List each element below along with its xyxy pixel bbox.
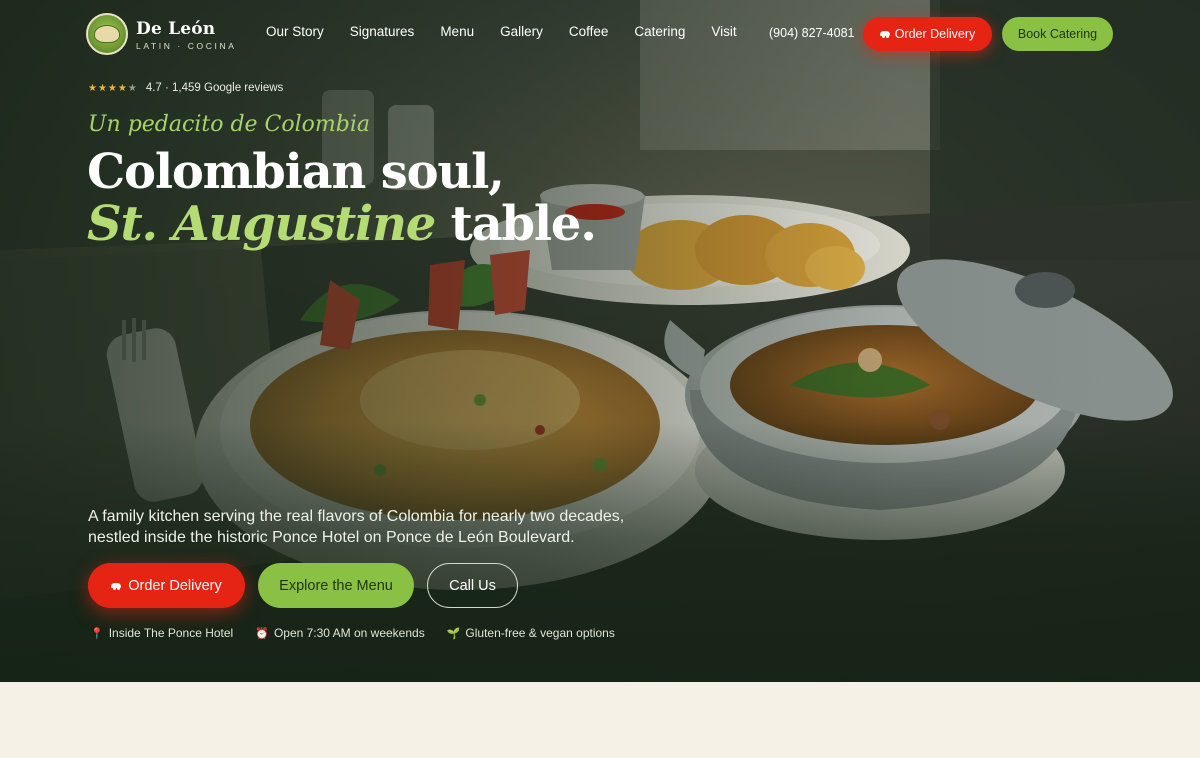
brand-subtitle: LATIN · COCINA (136, 41, 237, 51)
call-us-button[interactable]: Call Us (427, 563, 518, 608)
book-catering-label: Book Catering (1017, 27, 1098, 41)
top-navigation: De León LATIN · COCINA Our Story Signatu… (0, 0, 1200, 68)
hero-order-delivery-button[interactable]: Order Delivery (88, 563, 245, 608)
nav-link-visit[interactable]: Visit (711, 24, 736, 39)
google-rating: ★★★★★ 4.7 · 1,459 Google reviews (88, 82, 283, 94)
pin-icon: 📍 (90, 627, 104, 640)
hero-tagline: Un pedacito de Colombia (88, 112, 370, 137)
feature-text: Inside The Ponce Hotel (108, 626, 234, 640)
scooter-icon (111, 582, 122, 590)
nav-link-our-story[interactable]: Our Story (266, 24, 324, 39)
feature-text: Gluten-free & vegan options (465, 626, 615, 640)
hero-order-delivery-label: Order Delivery (128, 577, 222, 594)
nav-link-signatures[interactable]: Signatures (350, 24, 415, 39)
nav-link-coffee[interactable]: Coffee (569, 24, 609, 39)
explore-menu-label: Explore the Menu (279, 577, 393, 594)
hero-intro: A family kitchen serving the real flavor… (88, 508, 625, 546)
nav-links: Our Story Signatures Menu Gallery Coffee… (266, 24, 763, 39)
explore-menu-button[interactable]: Explore the Menu (258, 563, 414, 608)
nav-link-menu[interactable]: Menu (440, 24, 474, 39)
feature-location: 📍 Inside The Ponce Hotel (90, 626, 233, 640)
logo-emblem-icon (94, 25, 120, 43)
order-delivery-label: Order Delivery (894, 27, 976, 41)
next-section (0, 682, 1200, 758)
star-rating-icon: ★★★★★ (88, 82, 138, 94)
feature-text: Open 7:30 AM on weekends (273, 626, 425, 640)
alarm-clock-icon: ⏰ (255, 627, 269, 640)
headline-accent: St. Augustine (87, 196, 436, 252)
brand-logo[interactable] (86, 13, 128, 55)
nav-link-catering[interactable]: Catering (634, 24, 685, 39)
order-delivery-button[interactable]: Order Delivery (863, 17, 992, 51)
book-catering-button[interactable]: Book Catering (1002, 17, 1113, 51)
seedling-icon: 🌱 (446, 627, 461, 640)
scooter-icon (879, 30, 890, 38)
call-us-label: Call Us (449, 577, 496, 594)
rating-text: 4.7 · 1,459 Google reviews (145, 82, 284, 94)
headline-rest: table. (435, 196, 597, 252)
nav-link-gallery[interactable]: Gallery (500, 24, 543, 39)
feature-dietary: 🌱 Gluten-free & vegan options (447, 626, 615, 640)
feature-hours: ⏰ Open 7:30 AM on weekends (255, 626, 424, 640)
phone-link[interactable]: (904) 827-4081 (769, 26, 854, 40)
hero-features: 📍 Inside The Ponce Hotel ⏰ Open 7:30 AM … (90, 626, 615, 640)
hero-section: De León LATIN · COCINA Our Story Signatu… (0, 0, 1200, 682)
hero-overlay-bottom (0, 422, 1200, 682)
brand-name[interactable]: De León (136, 19, 215, 39)
hero-headline: Colombian soul, St. Augustine table. (87, 144, 597, 252)
headline-line-1: Colombian soul, (87, 144, 505, 200)
